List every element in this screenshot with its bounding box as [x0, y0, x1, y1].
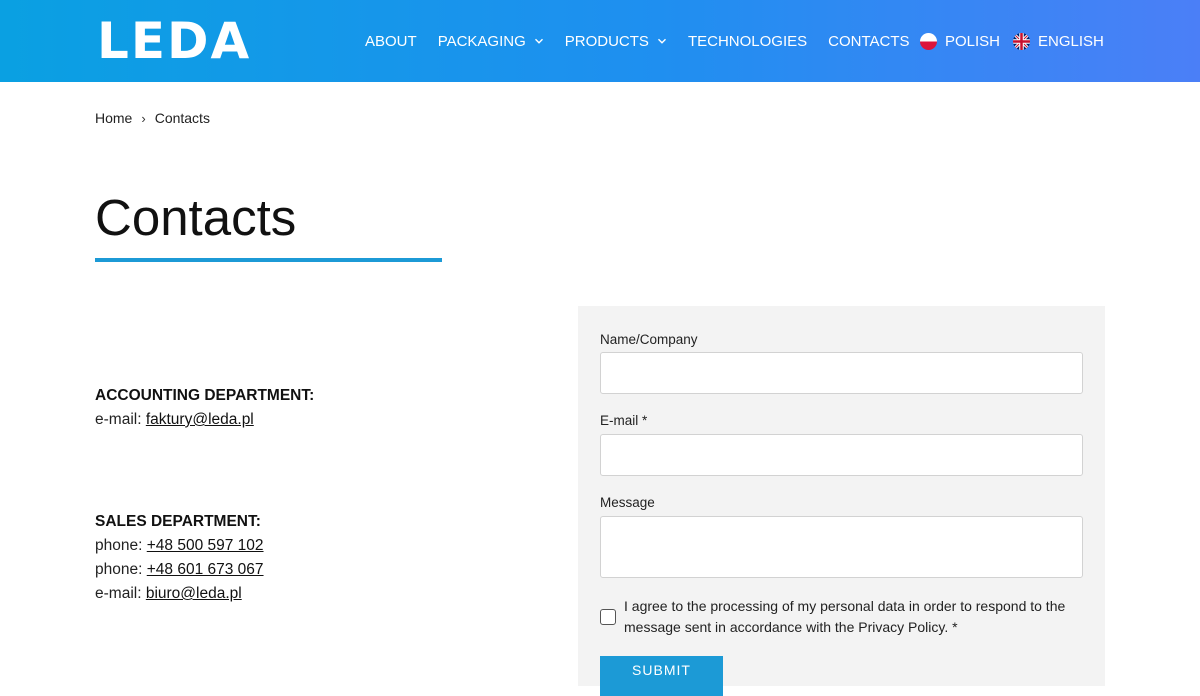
- email-label: E-mail *: [600, 413, 648, 428]
- sales-phone-link-2[interactable]: +48 601 673 067: [147, 561, 264, 578]
- accounting-department: ACCOUNTING DEPARTMENT: e-mail: faktury@l…: [95, 384, 314, 432]
- sales-phone-line-1: phone: +48 500 597 102: [95, 534, 264, 558]
- language-switcher: POLISH ENGLISH: [920, 0, 1117, 82]
- email-input[interactable]: [600, 434, 1083, 476]
- nav-item-label: PRODUCTS: [564, 32, 649, 50]
- name-label: Name/Company: [600, 332, 698, 347]
- title-underline: [95, 258, 442, 262]
- consent-row: I agree to the processing of my personal…: [600, 596, 1090, 638]
- accounting-email-link[interactable]: faktury@leda.pl: [146, 411, 254, 428]
- breadcrumb-home[interactable]: Home: [95, 110, 132, 126]
- sales-title: SALES DEPARTMENT:: [95, 513, 261, 530]
- nav-item-packaging[interactable]: PACKAGING: [438, 33, 544, 50]
- nav-item-products[interactable]: PRODUCTS: [565, 33, 667, 50]
- nav-item-label: TECHNOLOGIES: [687, 32, 808, 50]
- accounting-email-line: e-mail: faktury@leda.pl: [95, 408, 314, 432]
- submit-button[interactable]: SUBMIT: [600, 656, 723, 696]
- nav-item-contacts[interactable]: CONTACTS: [828, 33, 909, 50]
- sales-phone-line-2: phone: +48 601 673 067: [95, 558, 264, 582]
- accounting-title: ACCOUNTING DEPARTMENT:: [95, 387, 315, 404]
- nav-item-label: PACKAGING: [437, 32, 526, 50]
- name-input[interactable]: [600, 352, 1083, 394]
- contact-form: Name/Company E-mail * Message I agree to…: [578, 306, 1105, 696]
- phone-label: phone:: [95, 537, 143, 554]
- email-label: e-mail:: [95, 585, 142, 602]
- sales-phone-link-1[interactable]: +48 500 597 102: [147, 537, 264, 554]
- site-header: LEDA ABOUT PACKAGING PRODUCTS TECHNOLOGI…: [0, 0, 1200, 82]
- consent-text: I agree to the processing of my personal…: [624, 598, 1066, 635]
- breadcrumb-separator: ›: [141, 110, 146, 126]
- breadcrumb: Home › Contacts: [95, 110, 210, 126]
- poland-flag-icon: [920, 32, 937, 50]
- phone-label: phone:: [95, 561, 143, 578]
- consent-checkbox[interactable]: [600, 609, 616, 625]
- nav-item-label: CONTACTS: [828, 32, 910, 50]
- sales-department: SALES DEPARTMENT: phone: +48 500 597 102…: [95, 510, 264, 606]
- nav-item-about[interactable]: ABOUT: [365, 33, 417, 50]
- page-title: Contacts: [95, 189, 297, 246]
- lang-label: ENGLISH: [1038, 32, 1104, 50]
- email-label: e-mail:: [95, 411, 142, 428]
- lang-english[interactable]: ENGLISH: [1013, 32, 1104, 50]
- nav-item-technologies[interactable]: TECHNOLOGIES: [688, 33, 807, 50]
- nav-item-label: ABOUT: [365, 32, 417, 50]
- chevron-down-icon: [657, 38, 666, 44]
- breadcrumb-current: Contacts: [154, 110, 210, 126]
- main-nav: ABOUT PACKAGING PRODUCTS TECHNOLOGIES CO…: [365, 0, 931, 82]
- uk-flag-icon: [1013, 32, 1031, 50]
- chevron-down-icon: [534, 38, 543, 44]
- leda-logo[interactable]: LEDA: [97, 14, 251, 68]
- message-textarea[interactable]: [600, 516, 1083, 578]
- lang-label: POLISH: [945, 32, 1001, 50]
- sales-email-link[interactable]: biuro@leda.pl: [146, 585, 242, 602]
- message-label: Message: [600, 495, 655, 510]
- lang-polish[interactable]: POLISH: [920, 32, 1001, 50]
- sales-email-line: e-mail: biuro@leda.pl: [95, 582, 264, 606]
